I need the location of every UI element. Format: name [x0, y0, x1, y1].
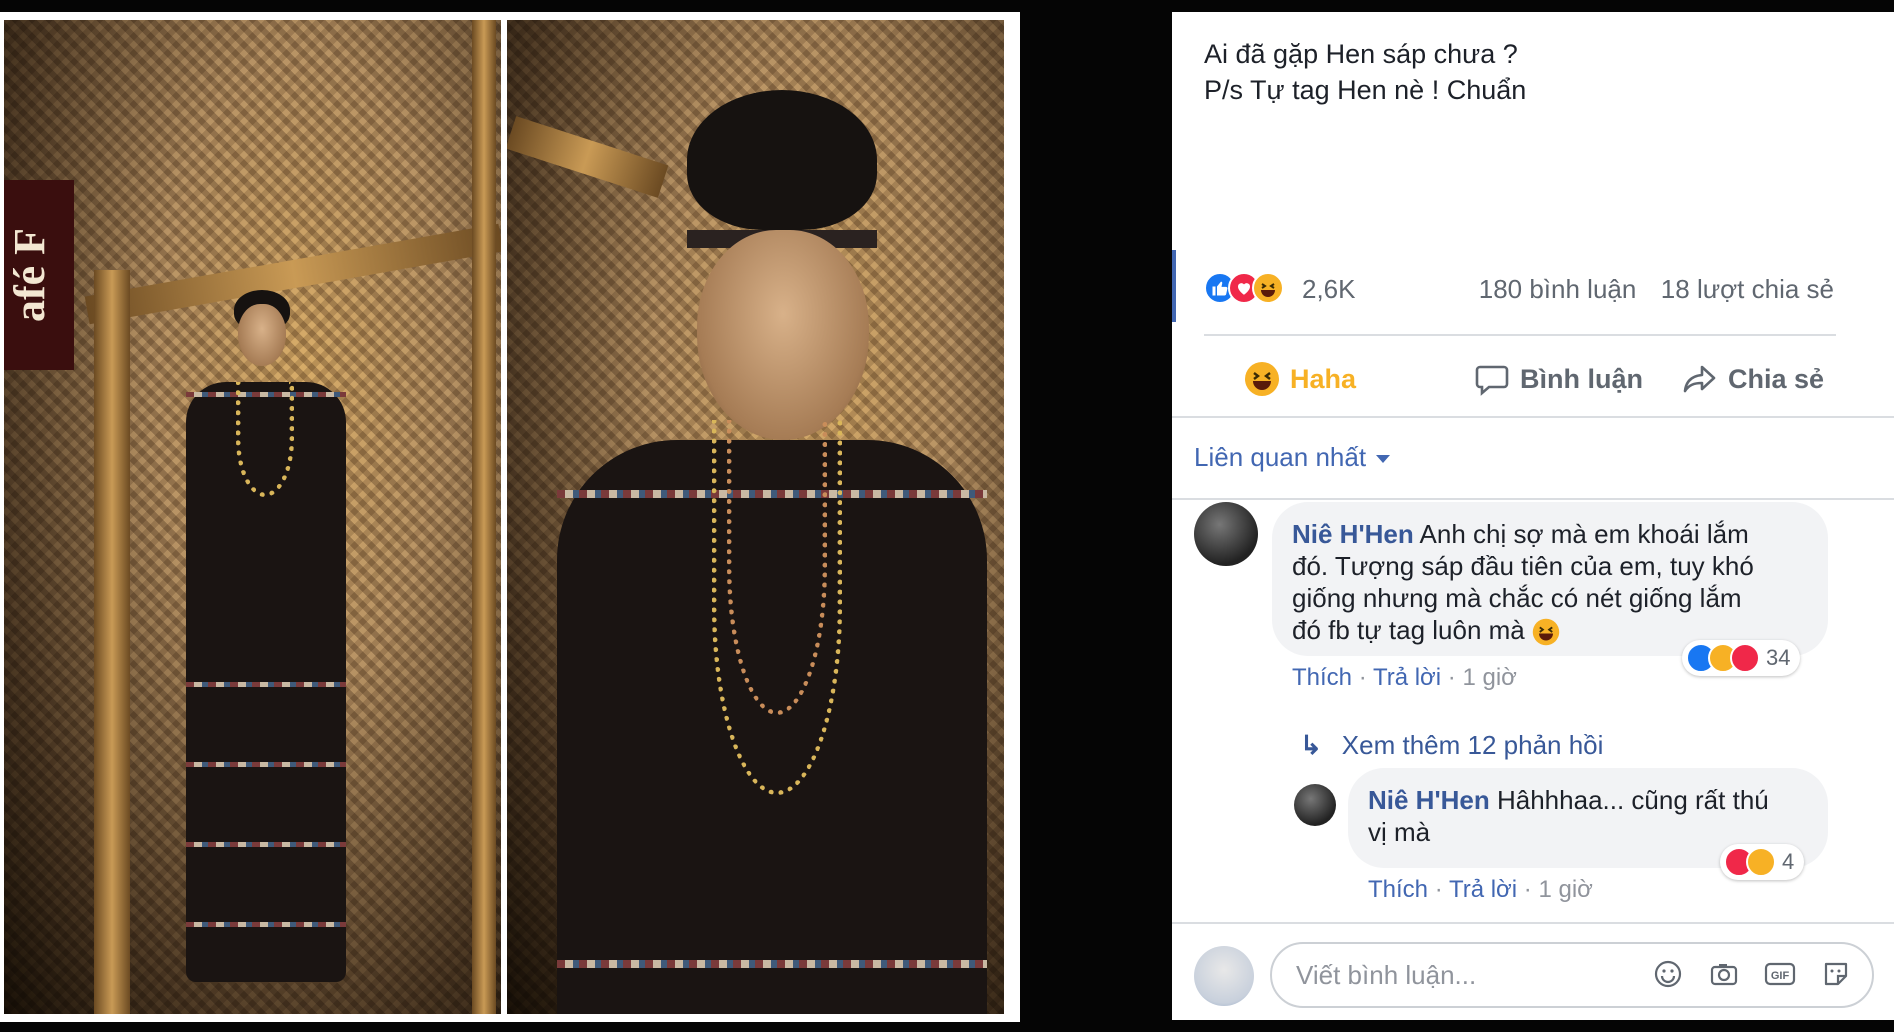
comment-count-link[interactable]: 180 bình luận [1479, 274, 1637, 304]
reaction-icons[interactable] [1204, 272, 1304, 306]
more-replies-label: Xem thêm 12 phản hồi [1341, 730, 1604, 760]
comment-meta: Thích · Trả lời · 1 giờ [1292, 664, 1517, 691]
comment-time[interactable]: 1 giờ [1462, 664, 1516, 691]
comment-text-line-4: đó fb tự tag luôn mà [1292, 615, 1532, 645]
sort-label: Liên quan nhất [1194, 442, 1367, 472]
reply-reaction-count: 4 [1782, 849, 1795, 874]
share-count-link[interactable]: 18 lượt chia sẻ [1661, 274, 1834, 304]
post-actions: Haha Bình luận Chia sẻ [1204, 344, 1836, 414]
haha-button[interactable]: Haha [1244, 344, 1356, 414]
comment-label: Bình luận [1520, 363, 1643, 394]
reply-reaction-badge[interactable]: 4 [1720, 844, 1805, 880]
comment-composer[interactable]: Viết bình luận... GIF [1270, 942, 1874, 1008]
cafe-sign: afé F [4, 180, 74, 370]
comment-author[interactable]: Niê H'Hen [1292, 519, 1414, 549]
reply-like-link[interactable]: Thích [1368, 876, 1428, 903]
caption-line-1: Ai đã gặp Hen sáp chưa ? [1204, 39, 1518, 69]
composer-icons: GIF [1652, 958, 1852, 990]
camera-icon[interactable] [1708, 958, 1740, 990]
divider-bottom [1172, 416, 1894, 418]
wax-figure-closeup [537, 80, 997, 1014]
post-caption: Ai đã gặp Hen sáp chưa ? P/s Tự tag Hen … [1204, 36, 1526, 108]
share-arrow-icon [1682, 361, 1718, 397]
caption-line-2: P/s Tự tag Hen nè ! Chuẩn [1204, 75, 1527, 105]
comment-button[interactable]: Bình luận [1474, 344, 1643, 414]
comment-bubble: Niê H'Hen Anh chị sợ mà em khoái lắm đó.… [1272, 502, 1828, 656]
caret-down-icon [1376, 455, 1391, 464]
comment-reaction-badge[interactable]: 34 [1682, 640, 1801, 676]
comment-sort-dropdown[interactable]: Liên quan nhất [1194, 442, 1391, 473]
post-photo-area[interactable]: afé F [0, 12, 1020, 1022]
emoji-icon[interactable] [1652, 958, 1684, 990]
reply-author[interactable]: Niê H'Hen [1368, 785, 1490, 815]
divider-sort [1172, 498, 1894, 500]
divider-top [1204, 334, 1836, 336]
share-label: Chia sẻ [1728, 363, 1825, 394]
share-button[interactable]: Chia sẻ [1682, 344, 1824, 414]
wood-post [94, 270, 130, 1014]
love-icon [1730, 643, 1760, 673]
wax-figure-small [174, 282, 354, 982]
reply-reply-link[interactable]: Trả lời [1449, 876, 1517, 903]
wood-post-right [472, 20, 496, 1014]
reply-arrow-icon: ↳ [1300, 730, 1322, 760]
comment-input[interactable]: Viết bình luận... [1296, 960, 1476, 991]
reply-text-line-1: Hâhhhaa... cũng rất thú [1489, 785, 1769, 815]
comment-reply-link[interactable]: Trả lời [1373, 664, 1441, 691]
photo-right-closeup[interactable] [507, 20, 1004, 1014]
haha-label: Haha [1290, 363, 1357, 394]
reply-meta: Thích · Trả lời · 1 giờ [1368, 876, 1593, 903]
view-more-replies-link[interactable]: ↳ Xem thêm 12 phản hồi [1300, 730, 1603, 761]
current-user-avatar[interactable] [1194, 946, 1254, 1006]
laughing-emoji-icon [1532, 618, 1560, 646]
comment-bubble-icon [1474, 361, 1510, 397]
reactions-summary[interactable]: 2,6K 180 bình luận 18 lượt chia sẻ [1204, 268, 1834, 312]
comment-reaction-count: 34 [1766, 645, 1791, 670]
post-stats: 180 bình luận 18 lượt chia sẻ [1479, 274, 1834, 305]
comment-text-line-3: giống nhưng mà chắc có nét giống lắm [1292, 583, 1742, 613]
left-accent-bar [1172, 250, 1176, 322]
composer-divider [1172, 922, 1894, 924]
comment-text-line-2: đó. Tượng sáp đầu tiên của em, tuy khó [1292, 551, 1754, 581]
reaction-count[interactable]: 2,6K [1302, 274, 1356, 305]
haha-icon [1746, 847, 1776, 877]
commenter-avatar[interactable] [1194, 502, 1258, 566]
svg-text:GIF: GIF [1771, 970, 1790, 982]
post-sidebar: Ai đã gặp Hen sáp chưa ? P/s Tự tag Hen … [1172, 12, 1894, 1020]
haha-icon [1244, 361, 1280, 397]
haha-icon [1252, 272, 1284, 304]
comment-like-link[interactable]: Thích [1292, 664, 1352, 691]
reply-avatar[interactable] [1294, 784, 1336, 826]
sticker-icon[interactable] [1820, 958, 1852, 990]
reply-time[interactable]: 1 giờ [1538, 876, 1592, 903]
photo-left-full-body[interactable]: afé F [4, 20, 501, 1014]
comment-text-line-1: Anh chị sợ mà em khoái lắm [1413, 519, 1749, 549]
gif-icon[interactable]: GIF [1764, 958, 1796, 990]
